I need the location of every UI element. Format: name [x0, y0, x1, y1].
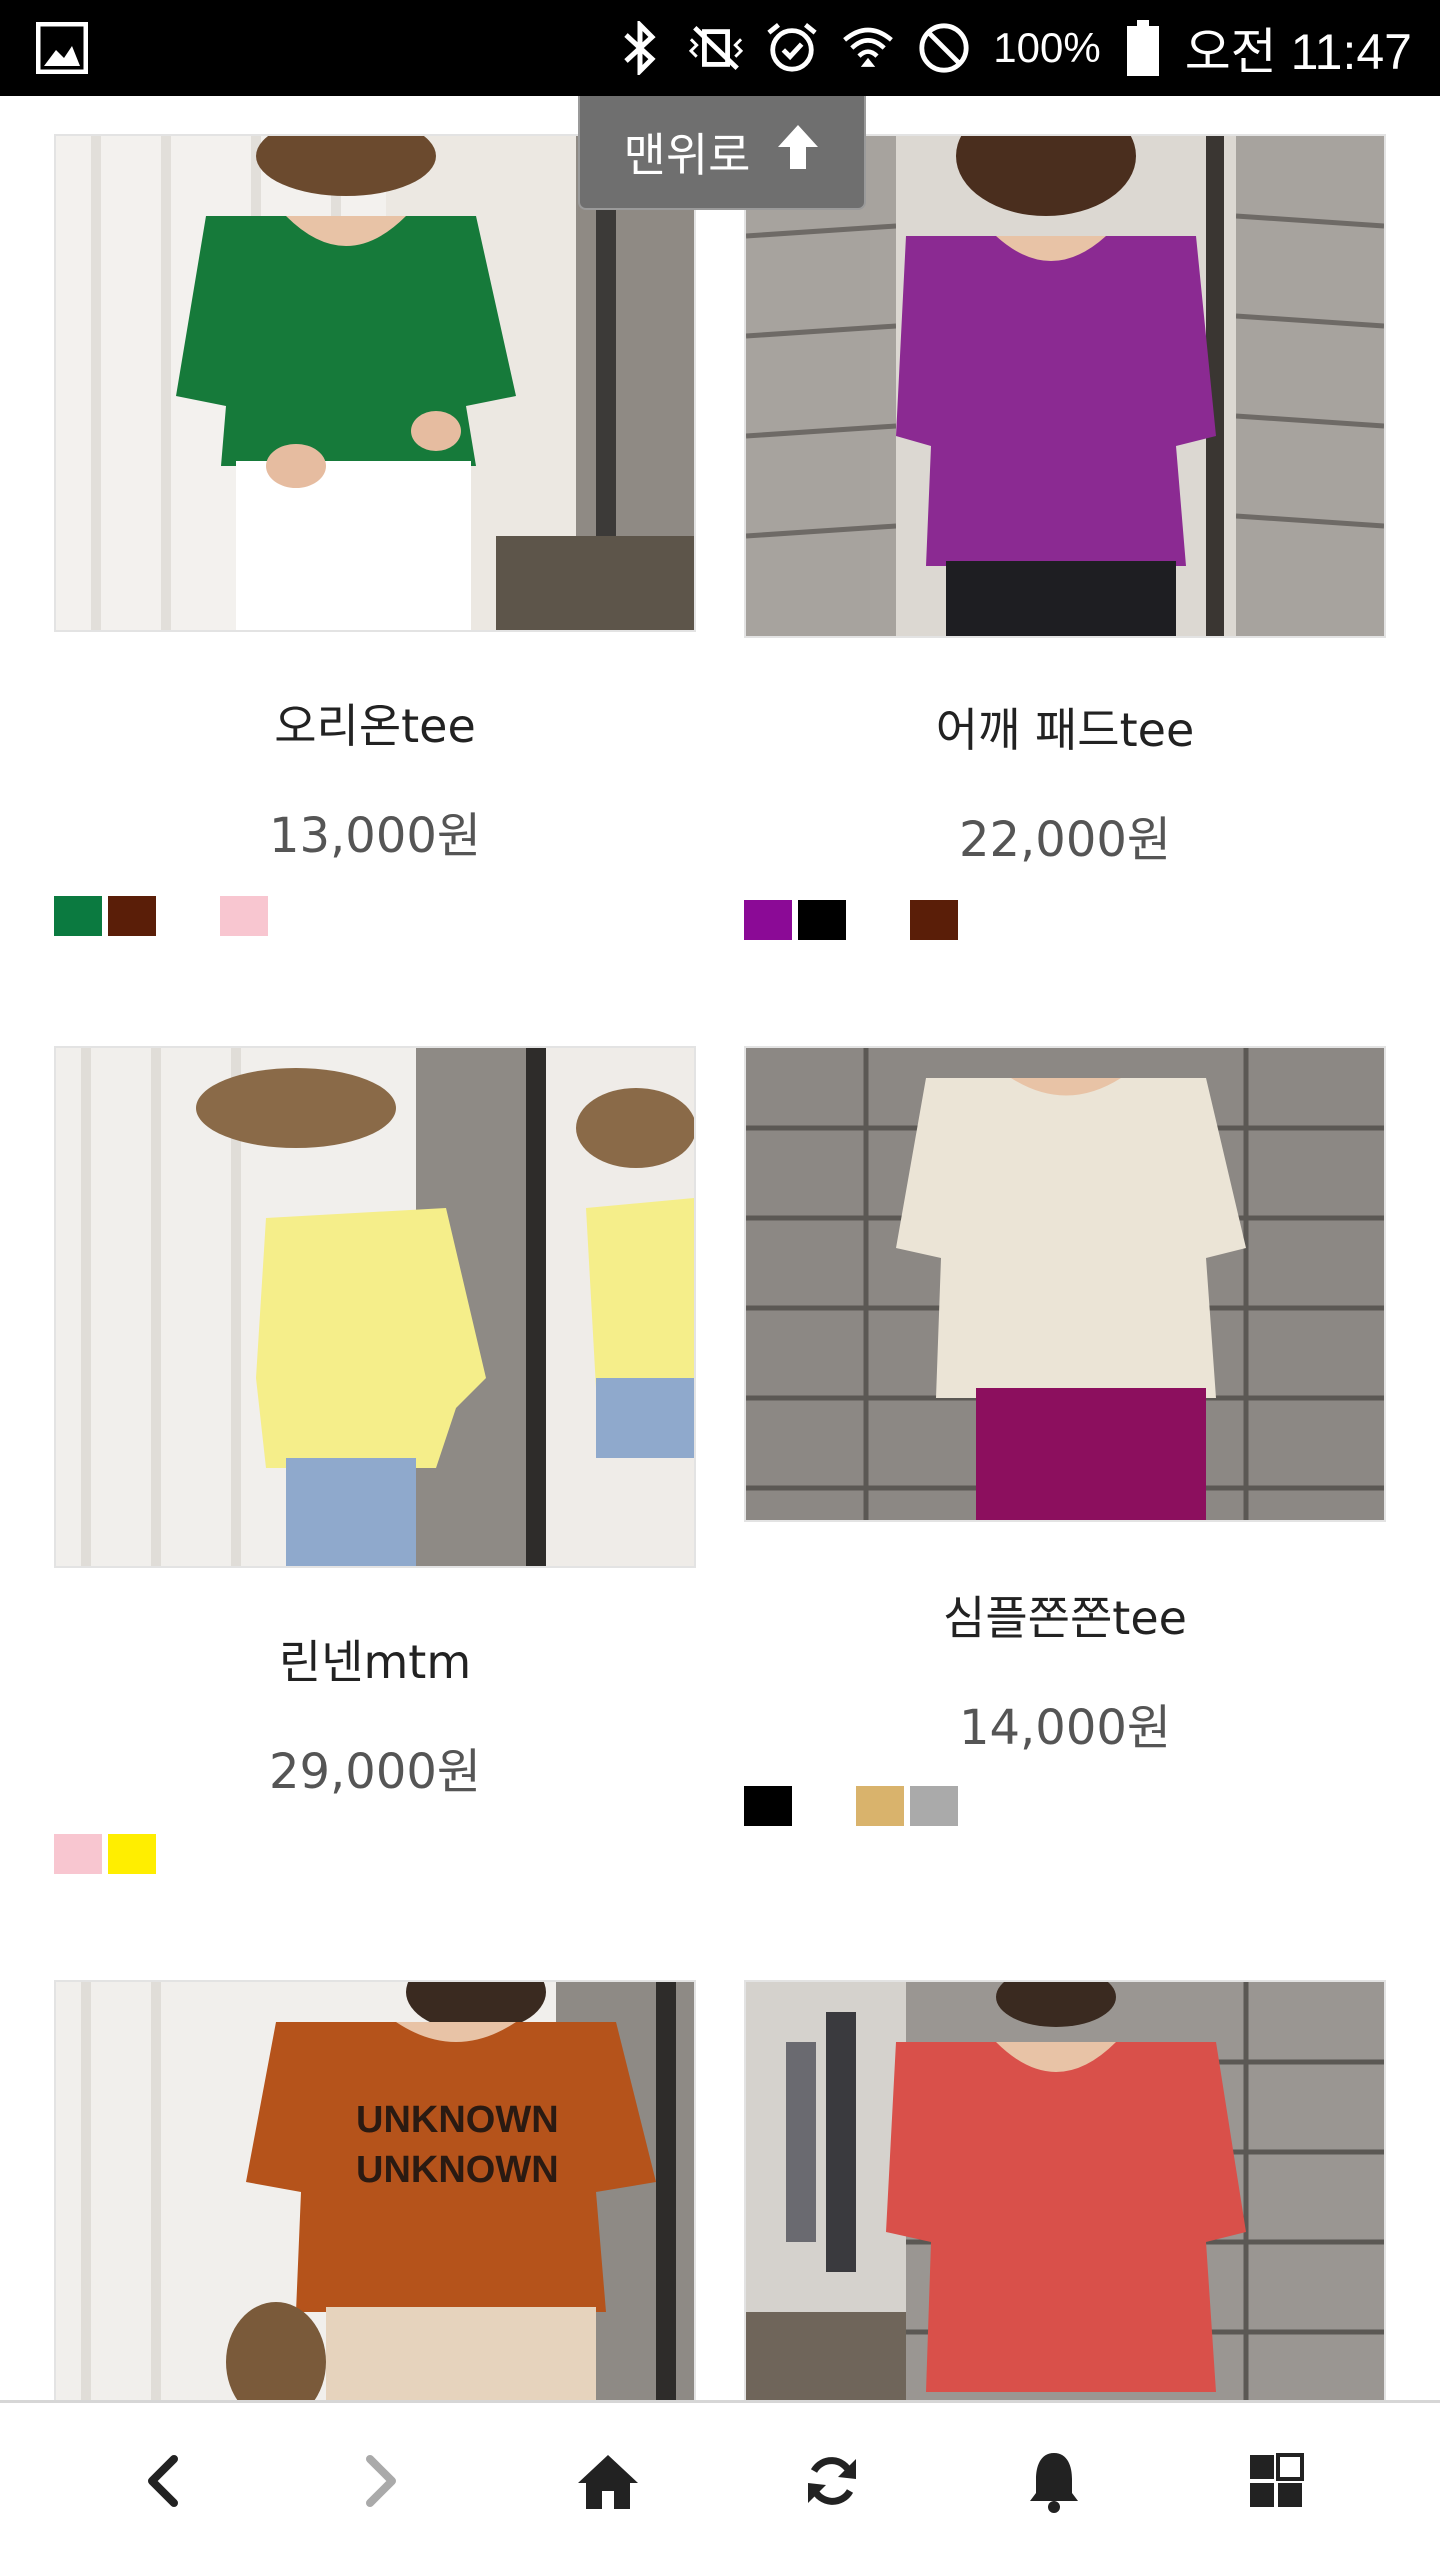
- gallery-icon: [35, 21, 89, 75]
- product-price: 14,000원: [958, 1700, 1172, 1756]
- color-swatch: [54, 1834, 102, 1874]
- color-swatch: [910, 1786, 958, 1826]
- back-icon[interactable]: [122, 2441, 202, 2521]
- clock: 오전 11:47: [1184, 24, 1412, 80]
- product-price: 13,000원: [268, 808, 482, 864]
- vibrate-mute-icon: [689, 21, 744, 75]
- product-card[interactable]: 린넨mtm 29,000원: [54, 1046, 696, 1886]
- menu-grid-icon[interactable]: [1236, 2441, 1316, 2521]
- product-card[interactable]: UNKNOWN UNKNOWN: [54, 1980, 696, 2400]
- product-image[interactable]: [744, 1046, 1386, 1522]
- product-image[interactable]: [744, 1980, 1386, 2400]
- product-price: 22,000원: [958, 812, 1172, 868]
- color-swatch: [910, 900, 958, 940]
- forward-icon[interactable]: [342, 2441, 422, 2521]
- color-swatch: [54, 896, 102, 936]
- browser-bottom-bar: [0, 2400, 1440, 2560]
- bell-icon[interactable]: [1014, 2441, 1094, 2521]
- product-image[interactable]: UNKNOWN UNKNOWN: [54, 1980, 696, 2400]
- color-swatch: [856, 1786, 904, 1826]
- scroll-to-top-button[interactable]: 맨위로: [578, 96, 866, 210]
- battery-percent: 100%: [993, 24, 1101, 71]
- scroll-to-top-label: 맨위로: [623, 128, 751, 182]
- color-swatch: [220, 896, 268, 936]
- product-name[interactable]: 심플쫀쫀tee: [744, 1582, 1386, 1648]
- color-swatch: [744, 1786, 792, 1826]
- color-swatch: [798, 900, 846, 940]
- product-image[interactable]: [54, 1046, 696, 1568]
- home-icon[interactable]: [568, 2441, 648, 2521]
- product-name[interactable]: 어깨 패드tee: [744, 694, 1386, 760]
- wifi-icon: [841, 21, 895, 75]
- battery-icon: [1123, 20, 1163, 76]
- svg-text:UNKNOWN: UNKNOWN: [356, 2099, 559, 2141]
- product-price: 29,000원: [268, 1744, 482, 1800]
- product-name[interactable]: 오리온tee: [54, 690, 696, 756]
- refresh-icon[interactable]: [792, 2441, 872, 2521]
- svg-text:UNKNOWN: UNKNOWN: [356, 2149, 559, 2191]
- bluetooth-icon: [613, 21, 667, 75]
- do-not-disturb-icon: [917, 21, 971, 75]
- product-card[interactable]: 심플쫀쫀tee 14,000원: [744, 1046, 1386, 1846]
- arrow-up-icon: [776, 123, 820, 182]
- status-bar: 100% 오전 11:47: [0, 0, 1440, 96]
- product-card[interactable]: 어깨 패드tee 22,000원: [744, 134, 1386, 944]
- color-swatch: [108, 896, 156, 936]
- color-swatch: [744, 900, 792, 940]
- color-swatch: [108, 1834, 156, 1874]
- alarm-icon: [765, 21, 819, 75]
- product-name[interactable]: 린넨mtm: [54, 1626, 696, 1692]
- product-card[interactable]: [744, 1980, 1386, 2400]
- product-card[interactable]: 오리온tee 13,000원: [54, 134, 696, 944]
